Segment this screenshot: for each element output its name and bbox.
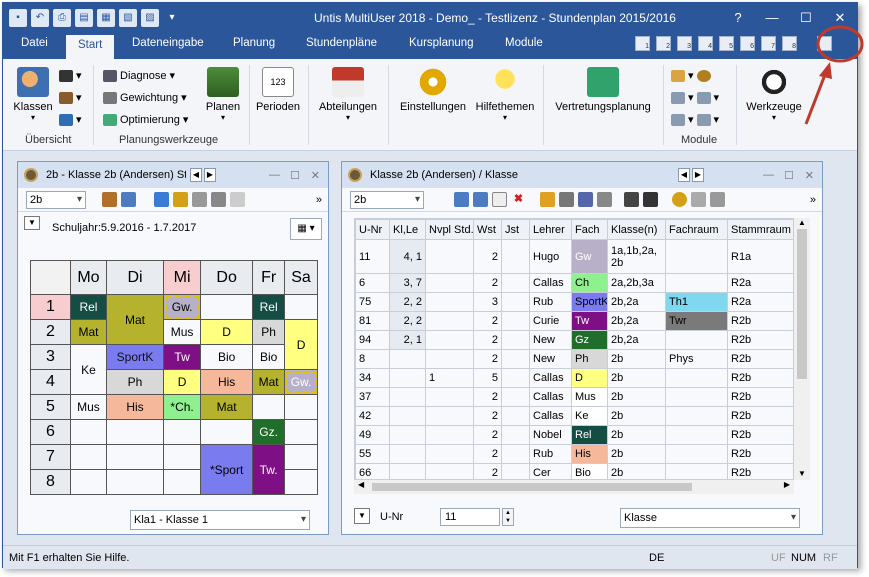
annotation-arrowhead xyxy=(819,62,832,79)
annotation-circle xyxy=(816,25,864,63)
annotation-overlay xyxy=(804,25,864,125)
annotation-arrow xyxy=(804,71,828,125)
